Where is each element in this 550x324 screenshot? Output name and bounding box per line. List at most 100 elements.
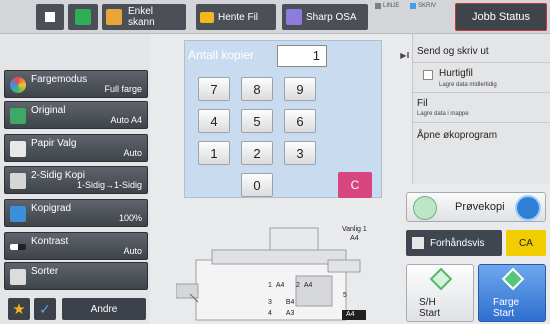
start-diamond-icon — [501, 267, 525, 291]
tray-size: A4 — [275, 282, 285, 289]
jobb-status-button[interactable]: Jobb Status — [455, 3, 547, 31]
original-icon — [10, 108, 26, 124]
function-value: 100% — [118, 213, 142, 223]
ca-button[interactable]: CA — [506, 230, 546, 256]
function-kopigrad[interactable]: Kopigrad 100% — [4, 199, 148, 227]
function-original[interactable]: Original Auto A4 — [4, 101, 148, 129]
function-kontrast[interactable]: Kontrast Auto — [4, 232, 148, 260]
provekopi-label: Prøvekopi — [455, 201, 505, 213]
folder-icon — [200, 11, 214, 23]
farge-start-button[interactable]: Farge Start — [478, 264, 546, 322]
menu-send-og-skriv-ut[interactable]: Send og skriv ut — [417, 46, 489, 57]
key-5[interactable]: 5 — [241, 109, 273, 133]
color-start-icon — [515, 195, 541, 221]
function-name: Papir Valg — [31, 138, 77, 149]
menu-hurtigfil[interactable]: Hurtigfil — [439, 68, 473, 79]
function-value: Auto — [123, 148, 142, 158]
tray-3[interactable]: 3 B4 — [268, 299, 294, 306]
key-4[interactable]: 4 — [198, 109, 230, 133]
menu-fil[interactable]: Fil — [417, 98, 428, 109]
tray-number: 3 — [268, 299, 272, 306]
contrast-icon — [10, 244, 26, 250]
bypass-tray-size: A4 — [350, 235, 359, 242]
forhandsvis-button[interactable]: Forhåndsvis — [406, 230, 502, 256]
key-6[interactable]: 6 — [284, 109, 316, 133]
function-value: Auto A4 — [110, 115, 142, 125]
tray-number: 4 — [268, 310, 272, 317]
function-fargemodus[interactable]: Fargemodus Full farge — [4, 70, 148, 98]
tray-size: A4 — [303, 282, 313, 289]
sh-start-label: Start — [419, 308, 441, 319]
bypass-tray-label: Vanlig 1 A4 — [342, 225, 367, 243]
enkel-scan-icon — [106, 9, 122, 25]
preview-icon — [412, 237, 424, 249]
copy-count-field[interactable]: 1 — [277, 45, 327, 67]
andre-button[interactable]: Andre — [62, 298, 146, 320]
hurtigfil-checkbox[interactable] — [423, 70, 433, 80]
clear-button[interactable]: C — [338, 172, 372, 198]
enkel-skann-label: Enkel skann — [128, 6, 155, 28]
farge-start-label: Start — [493, 308, 515, 319]
output-tray: A4 — [346, 311, 355, 318]
home-button[interactable] — [36, 4, 64, 30]
line-indicator: LINJE — [375, 3, 399, 9]
menu-hurtigfil-sub: Lagre data midlertidig — [439, 82, 497, 88]
farge-label: Farge — [493, 297, 520, 308]
hente-fil-button[interactable]: Hente Fil — [196, 4, 276, 30]
favorite-star-icon[interactable]: ★ — [8, 298, 30, 320]
provekopi-button[interactable]: Prøvekopi — [406, 192, 546, 222]
sort-icon — [10, 269, 26, 285]
sharp-osa-label: Sharp OSA — [306, 11, 357, 23]
function-2-sidig-kopi[interactable]: 2-Sidig Kopi 1-Sidig→1-Sidig — [4, 166, 148, 194]
key-3[interactable]: 3 — [284, 141, 316, 165]
check-icon[interactable]: ✓ — [34, 298, 56, 320]
key-7[interactable]: 7 — [198, 77, 230, 101]
tray-number: 2 — [296, 282, 300, 289]
start-diamond-icon — [429, 267, 453, 291]
menu-divider — [413, 62, 550, 63]
copy-count-title: Antall kopier — [188, 48, 255, 62]
function-value: 1-Sidig→1-Sidig — [76, 180, 142, 190]
collapse-arrow-icon[interactable]: ▶‖ — [398, 40, 412, 70]
key-0[interactable]: 0 — [241, 173, 273, 197]
function-value: Auto — [123, 246, 142, 256]
function-name: Kontrast — [31, 236, 69, 247]
tray-5[interactable]: 5 — [343, 292, 347, 299]
function-sorter[interactable]: Sorter — [4, 262, 148, 290]
line-indicator-lamp — [375, 3, 381, 9]
tray-number: 5 — [343, 292, 347, 299]
hente-fil-label: Hente Fil — [218, 11, 259, 23]
key-9[interactable]: 9 — [284, 77, 316, 101]
print-indicator: SKRIV — [410, 3, 436, 9]
menu-fil-sub: Lagre data i mappe — [417, 111, 469, 117]
function-papir-valg[interactable]: Papir Valg Auto — [4, 134, 148, 162]
tray-1[interactable]: 1 A4 — [268, 282, 284, 289]
color-mode-icon — [10, 77, 26, 93]
tray-2[interactable]: 2 A4 — [296, 282, 312, 289]
sh-label: S/H — [419, 297, 436, 308]
bypass-tray-name: Vanlig 1 — [342, 226, 367, 233]
key-1[interactable]: 1 — [198, 141, 230, 165]
sharp-osa-button[interactable]: Sharp OSA — [282, 4, 368, 30]
function-name: Original — [31, 105, 66, 116]
function-bottom-row: ★ ✓ Andre — [0, 296, 150, 324]
print-indicator-lamp — [410, 3, 416, 9]
function-value: Full farge — [104, 84, 142, 94]
action-menu: Send og skriv ut Hurtigfil Lagre data mi… — [412, 34, 550, 184]
sharp-osa-icon — [286, 9, 302, 25]
start-diamond-icon — [413, 196, 437, 220]
tray-size: B4 — [285, 299, 295, 306]
tray-4[interactable]: 4 A3 — [268, 310, 294, 317]
sh-start-button[interactable]: S/H Start — [406, 264, 474, 322]
top-bar: Enkel skann Hente Fil Sharp OSA LINJE SK… — [0, 0, 550, 34]
key-8[interactable]: 8 — [241, 77, 273, 101]
key-2[interactable]: 2 — [241, 141, 273, 165]
tray-number: 1 — [268, 282, 272, 289]
menu-divider — [413, 122, 550, 123]
enkel-skann-button[interactable]: Enkel skann — [102, 4, 186, 30]
duplex-icon — [10, 173, 26, 189]
scan-icon — [75, 9, 91, 25]
menu-apne-okoprogram[interactable]: Åpne økoprogram — [417, 130, 497, 141]
scan-shortcut-button[interactable] — [68, 4, 98, 30]
menu-divider — [413, 92, 550, 93]
